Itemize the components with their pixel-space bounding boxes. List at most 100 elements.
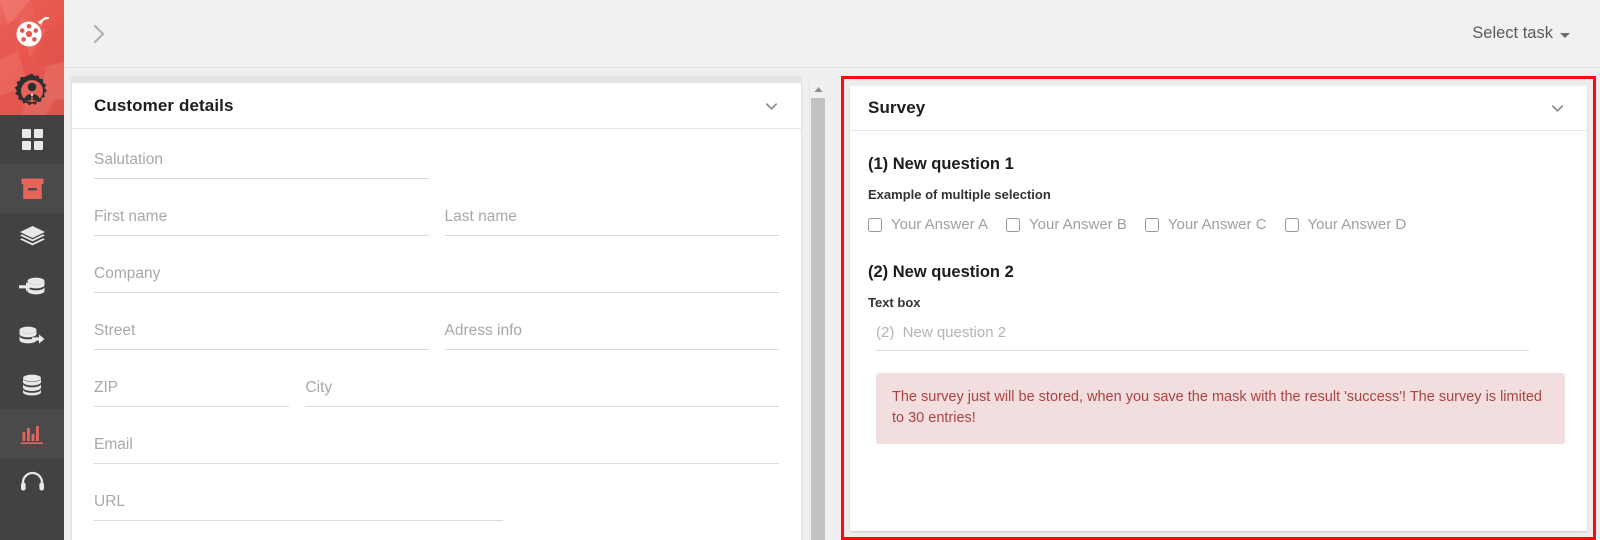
survey-option-label: Your Answer B [1029,216,1127,233]
survey-option-label: Your Answer A [891,216,988,233]
grid-dashboard-icon [22,129,43,150]
customer-details-collapse-toggle[interactable] [764,99,779,114]
salutation-field[interactable]: Salutation [94,151,429,179]
caret-down-icon [1560,33,1570,38]
comet-logo-icon[interactable] [0,12,64,52]
survey-highlight-border: Survey (1) New question 1 Example of mul… [841,76,1596,540]
field-underline [445,349,780,350]
last-name-field[interactable]: Last name [445,208,780,236]
zip-field[interactable]: ZIP [94,379,289,407]
question-1-title: (1) New question 1 [868,155,1569,174]
chevron-down-icon [764,99,779,114]
layers-stack-icon [20,226,45,249]
customer-details-header: Customer details [72,83,801,129]
city-field[interactable]: City [305,379,779,407]
field-placeholder: ZIP [94,379,289,406]
form-row: ZIP City [94,379,779,407]
survey-option[interactable]: Your Answer A [868,216,988,233]
sidebar-item-statistics[interactable] [0,409,64,458]
scroll-up-arrow-glyph [814,86,823,93]
sidebar-item-archive[interactable] [0,164,64,213]
form-row: First name Last name [94,208,779,236]
company-field[interactable]: Company [94,265,779,293]
survey-option[interactable]: Your Answer B [1006,216,1127,233]
top-bar: Select task [64,0,1600,68]
field-placeholder: Last name [445,208,780,235]
field-underline [94,178,429,179]
field-placeholder: Adress info [445,322,780,349]
chart-bar-icon [21,423,43,445]
survey-option[interactable]: Your Answer D [1285,216,1407,233]
form-row: Salutation [94,151,779,179]
first-name-field[interactable]: First name [94,208,429,236]
top-bar-left [86,21,112,47]
main-area: Select task Customer details [64,0,1600,540]
chevron-down-icon [1550,101,1565,116]
question-1-block: (1) New question 1 Example of multiple s… [868,155,1569,233]
address-info-field[interactable]: Adress info [445,322,780,350]
sidebar-item-export[interactable] [0,311,64,360]
question-2-title: (2) New question 2 [868,263,1569,282]
email-field[interactable]: Email [94,436,779,464]
survey-option[interactable]: Your Answer C [1145,216,1267,233]
database-icon [21,374,43,396]
survey-alert-message: The survey just will be stored, when you… [876,373,1565,444]
vertical-scrollbar[interactable] [809,81,825,540]
question-1-subtitle: Example of multiple selection [868,187,1569,202]
question-2-text-input[interactable]: (2) New question 2 [868,324,1569,351]
field-underline [94,292,779,293]
question-2-input-underline [876,350,1529,351]
survey-title: Survey [868,98,925,118]
field-underline [94,235,429,236]
scrollbar-thumb[interactable] [811,98,825,540]
customer-details-column: Customer details Salutation First name Las… [64,76,801,540]
question-1-options: Your Answer A Your Answer B Your Answer C Y… [868,216,1569,233]
form-row: Company [94,265,779,293]
url-field[interactable]: URL [94,493,503,521]
checkbox-icon[interactable] [1006,218,1020,232]
gear-user-glyph [13,72,51,110]
archive-box-icon [21,178,44,200]
customer-details-form: Salutation First name Last name Company Stre… [72,129,801,540]
field-placeholder: Salutation [94,151,429,178]
field-placeholder: Company [94,265,779,292]
survey-header: Survey [850,86,1587,131]
sidebar-item-layers[interactable] [0,213,64,262]
field-underline [445,235,780,236]
field-placeholder: Email [94,436,779,463]
sidebar-item-database[interactable] [0,360,64,409]
field-underline [94,520,503,521]
top-bar-right: Select task [1470,20,1572,47]
database-import-icon [19,276,45,298]
headset-icon [21,471,44,494]
survey-body: (1) New question 1 Example of multiple s… [850,131,1587,444]
field-placeholder: URL [94,493,503,520]
sidebar-item-dashboard[interactable] [0,115,64,164]
question-2-block: (2) New question 2 Text box (2) New ques… [868,263,1569,351]
sidebar [0,0,64,540]
chevron-right-icon[interactable] [86,21,112,47]
customer-details-panel: Customer details Salutation First name Las… [72,76,801,540]
survey-panel: Survey (1) New question 1 Example of mul… [850,86,1587,531]
field-underline [94,463,779,464]
sidebar-item-import[interactable] [0,262,64,311]
checkbox-icon[interactable] [868,218,882,232]
checkbox-icon[interactable] [1145,218,1159,232]
form-row: Street Adress info [94,322,779,350]
customer-details-title: Customer details [94,96,234,116]
survey-collapse-toggle[interactable] [1550,101,1565,116]
database-export-icon [19,325,45,347]
field-underline [94,349,429,350]
scroll-up-arrow-icon[interactable] [810,81,826,97]
select-task-dropdown[interactable]: Select task [1470,20,1572,47]
gear-user-icon[interactable] [0,72,64,110]
sidebar-brand-header [0,0,64,115]
street-field[interactable]: Street [94,322,429,350]
comet-logo-glyph [12,12,52,52]
form-row: URL [94,493,779,521]
field-underline [94,406,289,407]
survey-option-label: Your Answer D [1308,216,1407,233]
checkbox-icon[interactable] [1285,218,1299,232]
field-placeholder: City [305,379,779,406]
sidebar-item-support[interactable] [0,458,64,507]
